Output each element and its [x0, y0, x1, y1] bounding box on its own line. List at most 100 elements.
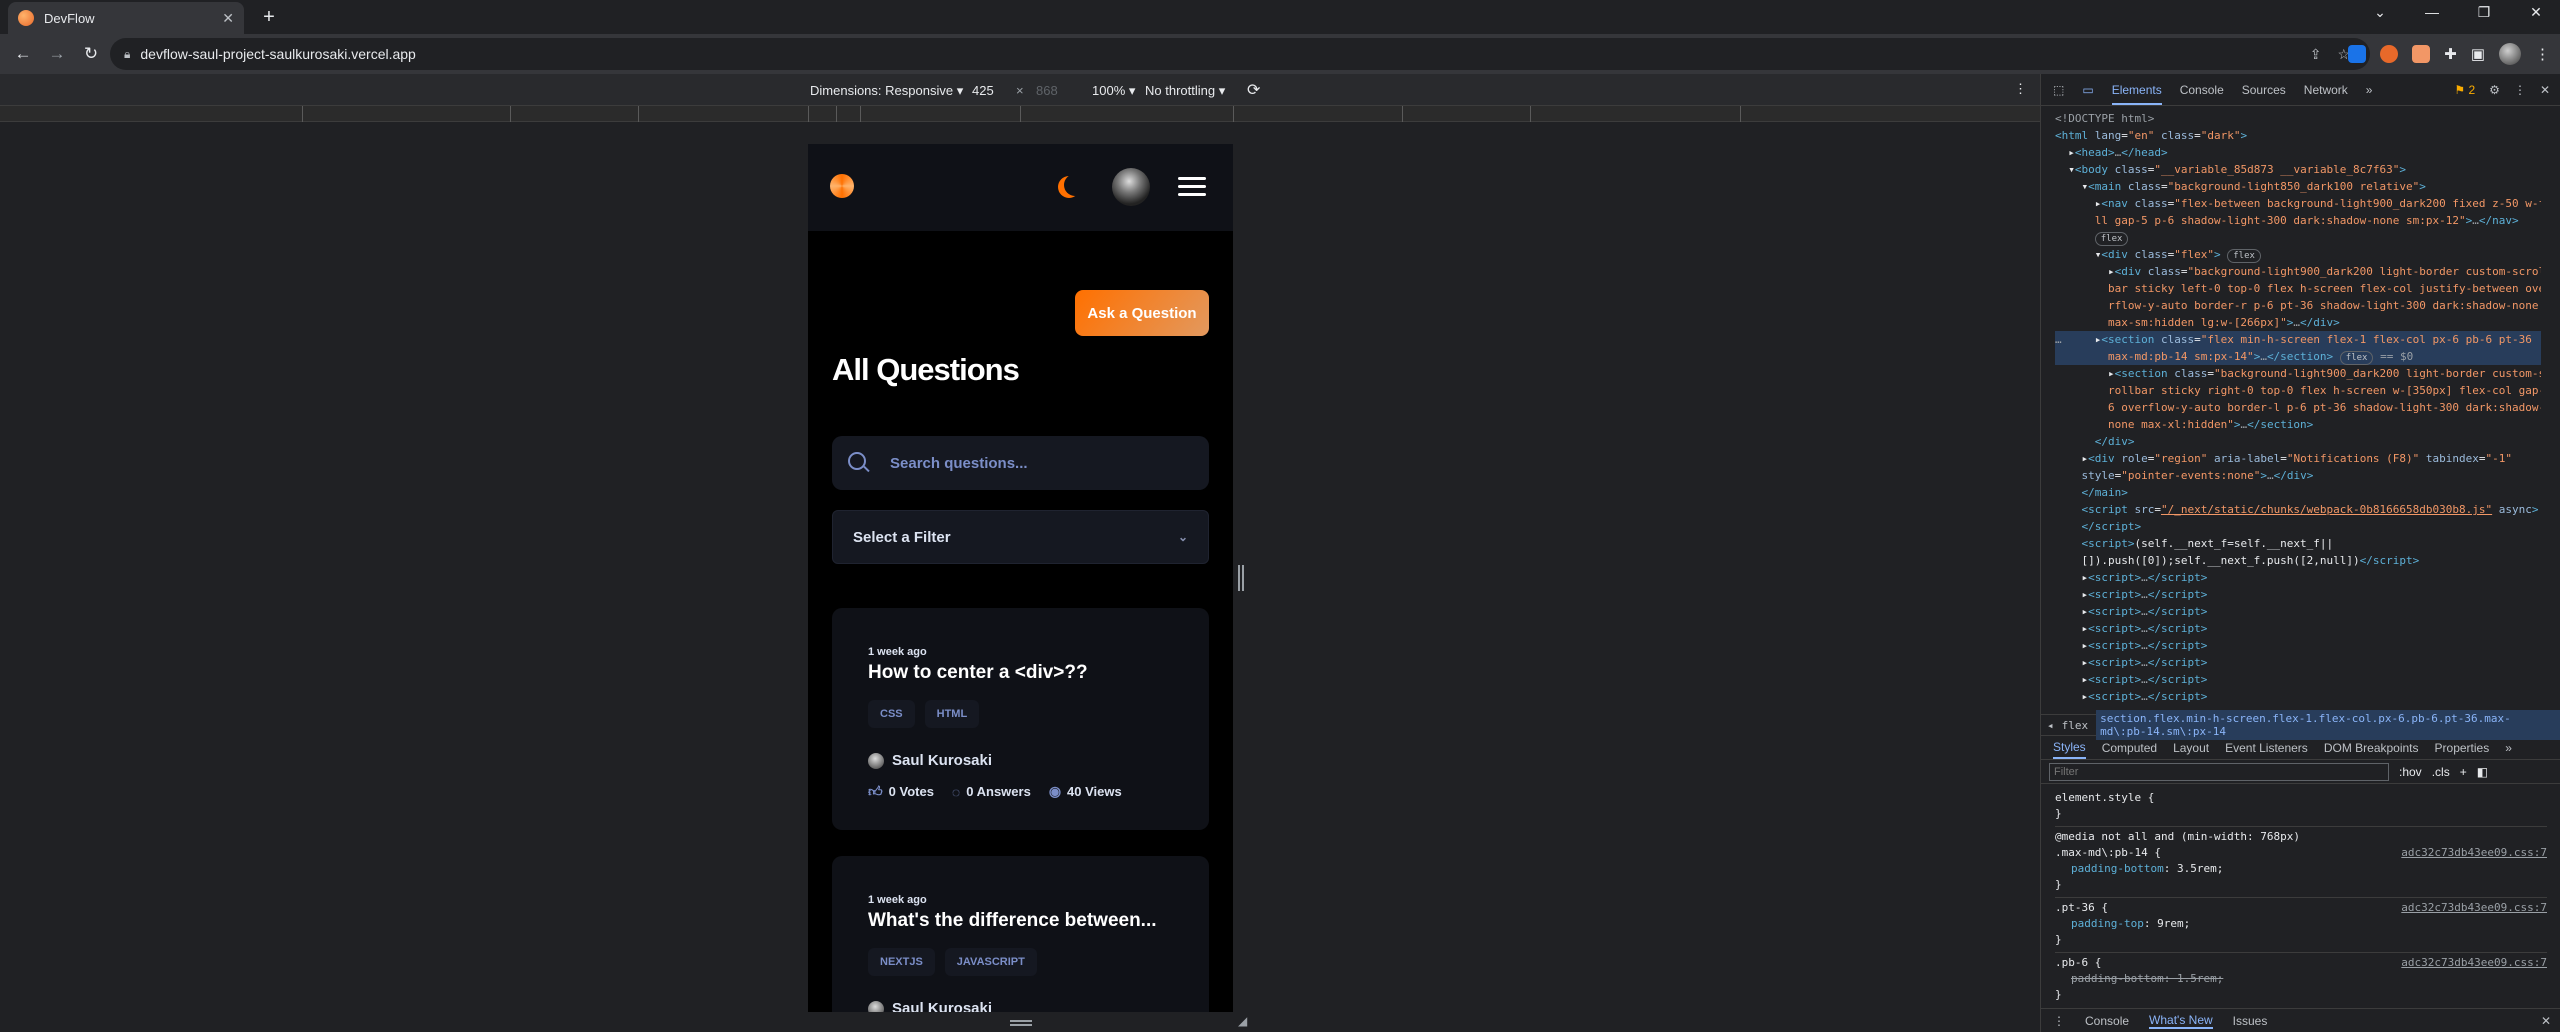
address-bar[interactable]: 🔒︎ devflow-saul-project-saulkurosaki.ver…	[110, 38, 2370, 70]
tab-computed[interactable]: Computed	[2102, 741, 2157, 755]
breadcrumb-scroll-left-icon[interactable]: ◂	[2047, 719, 2054, 732]
width-input[interactable]: 425	[972, 83, 994, 98]
question-title[interactable]: What's the difference between...	[868, 910, 1173, 932]
browser-tab[interactable]: DevFlow ✕	[8, 2, 244, 34]
hamburger-menu-icon[interactable]	[1178, 177, 1206, 197]
dom-node-selected[interactable]: … ▸<section class="flex min-h-screen fle…	[2055, 331, 2541, 348]
dom-node[interactable]: max-sm:hidden lg:w-[266px]">…</div>	[2055, 314, 2541, 331]
height-input[interactable]: 868	[1036, 83, 1058, 98]
dom-node[interactable]: style="pointer-events:none">…</div>	[2055, 467, 2541, 484]
css-rule[interactable]: @media not all and (min-width: 768px) .m…	[2055, 827, 2547, 898]
hov-toggle[interactable]: :hov	[2399, 765, 2422, 779]
close-tab-icon[interactable]: ✕	[222, 10, 234, 27]
share-icon[interactable]: ⇪	[2310, 46, 2322, 63]
question-author[interactable]: Saul Kurosaki	[868, 752, 1173, 769]
dom-node[interactable]: none max-xl:hidden">…</section>	[2055, 416, 2541, 433]
tab-dom-breakpoints[interactable]: DOM Breakpoints	[2324, 741, 2419, 755]
cls-toggle[interactable]: .cls	[2432, 765, 2450, 779]
media-query-ruler[interactable]	[0, 106, 2040, 122]
dom-node[interactable]: </div>	[2055, 433, 2541, 450]
close-devtools-icon[interactable]: ✕	[2540, 83, 2550, 97]
drawer-menu-icon[interactable]: ⋮	[2053, 1014, 2065, 1028]
tab-console[interactable]: Console	[2180, 83, 2224, 97]
dom-node[interactable]: <script src="/_next/static/chunks/webpac…	[2055, 501, 2541, 518]
dom-node[interactable]: ll gap-5 p-6 shadow-light-300 dark:shado…	[2055, 212, 2541, 229]
back-icon[interactable]: ←	[6, 44, 40, 64]
dom-node[interactable]: rollbar sticky right-0 top-0 flex h-scre…	[2055, 382, 2541, 399]
dom-node[interactable]: </script>	[2055, 518, 2541, 535]
dom-node[interactable]: ▸<script>…</script>	[2055, 637, 2541, 654]
dom-node[interactable]: ▾<body class="__variable_85d873 __variab…	[2055, 161, 2541, 178]
dom-node[interactable]: ▸<script>…</script>	[2055, 688, 2541, 705]
zoom-select[interactable]: 100% ▾	[1092, 83, 1135, 99]
dom-node[interactable]: ▸<script>…</script>	[2055, 586, 2541, 603]
dom-node[interactable]: ▸<script>…</script>	[2055, 705, 2541, 706]
dom-node[interactable]: rflow-y-auto border-r p-6 pt-36 shadow-l…	[2055, 297, 2541, 314]
resize-handle-corner[interactable]: ◢	[1238, 1014, 1247, 1028]
filter-select[interactable]: Select a Filter ⌄	[832, 510, 1209, 564]
tab-elements[interactable]: Elements	[2111, 75, 2162, 105]
puzzle-extensions-icon[interactable]: ✚	[2444, 45, 2457, 63]
dom-node[interactable]: ▸<div role="region" aria-label="Notifica…	[2055, 450, 2541, 467]
css-rule[interactable]: .pt-36 { adc32c73db43ee09.css:7 padding-…	[2055, 898, 2547, 953]
more-tabs-icon[interactable]: »	[2505, 741, 2512, 755]
search-input[interactable]	[890, 454, 1170, 472]
maximize-icon[interactable]: ❐	[2470, 4, 2498, 21]
styles-filter-input[interactable]	[2049, 762, 2389, 781]
dom-node[interactable]: <!DOCTYPE html>	[2055, 110, 2541, 127]
tab-event-listeners[interactable]: Event Listeners	[2225, 741, 2308, 755]
dom-node[interactable]: ▸<script>…</script>	[2055, 569, 2541, 586]
more-tabs-icon[interactable]: »	[2366, 83, 2373, 97]
tag[interactable]: NEXTJS	[868, 948, 935, 976]
side-panel-icon[interactable]: ▣	[2471, 45, 2485, 63]
tab-layout[interactable]: Layout	[2173, 741, 2209, 755]
close-window-icon[interactable]: ✕	[2522, 4, 2550, 21]
question-title[interactable]: How to center a <div>??	[868, 662, 1173, 684]
lock-icon[interactable]: 🔒︎	[124, 47, 130, 62]
breadcrumb-item[interactable]: flex	[2062, 719, 2089, 732]
dom-node[interactable]: ▸<script>…</script>	[2055, 671, 2541, 688]
dimensions-select[interactable]: Dimensions: Responsive ▾	[810, 83, 963, 99]
close-drawer-icon[interactable]: ✕	[2541, 1014, 2560, 1028]
tag[interactable]: HTML	[924, 700, 980, 728]
ask-question-button[interactable]: Ask a Question	[1075, 290, 1209, 336]
drawer-tab-console[interactable]: Console	[2085, 1014, 2129, 1028]
dom-node[interactable]: </main>	[2055, 484, 2541, 501]
dom-node[interactable]: 6 overflow-y-auto border-l p-6 pt-36 sha…	[2055, 399, 2541, 416]
reload-icon[interactable]: ↻	[74, 44, 108, 64]
inspect-element-icon[interactable]: ⬚	[2053, 83, 2064, 97]
extension-icon[interactable]	[2412, 45, 2431, 63]
devflow-logo-icon[interactable]	[830, 174, 854, 198]
kebab-menu-icon[interactable]: ⋮	[2535, 45, 2550, 63]
dom-node[interactable]: ▸<nav class="flex-between background-lig…	[2055, 195, 2541, 212]
rotate-icon[interactable]: ⟳	[1247, 80, 1260, 100]
dom-node[interactable]: bar sticky left-0 top-0 flex h-screen fl…	[2055, 280, 2541, 297]
tab-network[interactable]: Network	[2304, 83, 2348, 97]
dom-tree[interactable]: <!DOCTYPE html> <html lang="en" class="d…	[2041, 106, 2560, 706]
search-bar[interactable]	[832, 436, 1209, 490]
computed-toggle-icon[interactable]: ◧	[2477, 765, 2488, 779]
user-avatar[interactable]	[1112, 168, 1150, 206]
css-rule[interactable]: element.style { }	[2055, 788, 2547, 827]
dom-node[interactable]: []).push([0]);self.__next_f.push([2,null…	[2055, 552, 2541, 569]
tab-styles[interactable]: Styles	[2053, 736, 2086, 759]
device-options-icon[interactable]: ⋮	[2014, 81, 2027, 97]
device-toggle-icon[interactable]: ▭	[2082, 83, 2093, 97]
dom-node[interactable]: ▾<div class="flex"> flex	[2055, 246, 2541, 263]
dom-node-selected[interactable]: max-md:pb-14 sm:px-14">…</section> flex …	[2055, 348, 2541, 365]
dom-node[interactable]: ▸<div class="background-light900_dark200…	[2055, 263, 2541, 280]
profile-avatar[interactable]	[2499, 43, 2521, 65]
drawer-tab-whats-new[interactable]: What's New	[2149, 1013, 2213, 1029]
new-rule-icon[interactable]: +	[2460, 765, 2467, 779]
tab-search-icon[interactable]: ⌄	[2366, 4, 2394, 21]
question-card[interactable]: 1 week ago What's the difference between…	[832, 856, 1209, 1012]
metamask-extension-icon[interactable]	[2380, 45, 2399, 63]
question-author[interactable]: Saul Kurosaki	[868, 1000, 1173, 1012]
new-tab-icon[interactable]: +	[257, 6, 281, 29]
extension-icon[interactable]	[2348, 45, 2367, 63]
css-rule[interactable]: .pb-6 { adc32c73db43ee09.css:7 padding-b…	[2055, 953, 2547, 1000]
dom-node[interactable]: ▾<main class="background-light850_dark10…	[2055, 178, 2541, 195]
dom-node[interactable]: ▸<script>…</script>	[2055, 603, 2541, 620]
issues-badge[interactable]: ⚑ 2	[2454, 83, 2475, 97]
dom-node[interactable]: ▸<script>…</script>	[2055, 654, 2541, 671]
